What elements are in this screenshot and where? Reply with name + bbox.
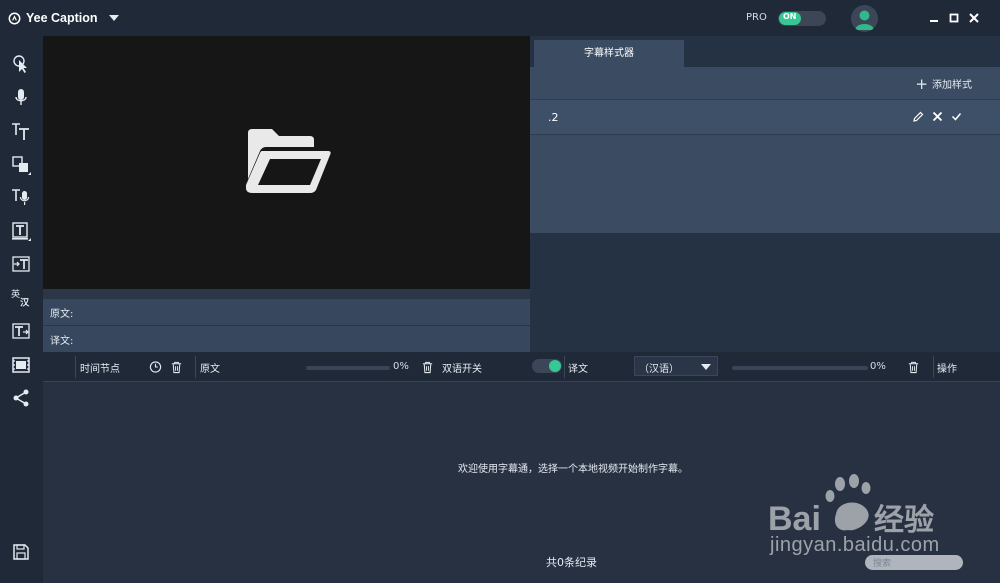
svg-text:Bai: Bai (768, 500, 821, 538)
text-voice-tool[interactable] (10, 186, 32, 208)
col-time: 时间节点 (80, 364, 120, 375)
style-list: + 添加样式 .2 (530, 67, 1000, 233)
chevron-down-icon (701, 364, 711, 370)
save-icon (13, 544, 29, 560)
bilingual-toggle[interactable] (532, 359, 562, 373)
save-tool[interactable] (10, 541, 32, 563)
trash-icon[interactable] (907, 360, 920, 374)
app-logo: Yee Caption (8, 11, 98, 25)
text-size-icon (12, 123, 29, 140)
col-translation: 译文 (568, 364, 588, 375)
style-tab-bar: 字幕样式器 (530, 36, 1000, 67)
language-select[interactable]: （汉语） (634, 356, 718, 376)
share-icon (13, 389, 29, 407)
record-tool[interactable] (10, 86, 32, 108)
source-text-label: 原文: (50, 309, 74, 320)
col-source: 原文 (200, 364, 220, 375)
watermark-url: jingyan.baidu.com (770, 534, 940, 556)
pro-toggle-label: ON (783, 12, 797, 21)
microphone-icon (15, 89, 27, 105)
style-item[interactable]: .2 (530, 99, 1000, 135)
subtitle-table-header: 时间节点 原文 0% 双语开关 译文 （汉语） 0% 操作 (43, 352, 1000, 382)
plus-icon: + (915, 74, 928, 93)
open-folder-icon[interactable] (244, 127, 332, 197)
text-voice-icon (12, 189, 30, 205)
record-count: 共0条纪录 (546, 556, 597, 569)
source-progress-bar (306, 366, 390, 370)
column-divider (75, 356, 76, 378)
column-divider (195, 356, 196, 378)
apply-check-icon[interactable] (951, 110, 962, 123)
minimize-icon[interactable] (926, 10, 942, 26)
welcome-message: 欢迎使用字幕通，选择一个本地视频开始制作字幕。 (458, 464, 688, 475)
pro-label: PRO (746, 12, 767, 23)
app-menu-chevron-down-icon[interactable] (109, 15, 119, 21)
user-icon (855, 10, 874, 30)
style-item-actions (913, 110, 962, 123)
share-tool[interactable] (10, 387, 32, 409)
text-export-icon (12, 323, 30, 339)
language-value: （汉语） (639, 364, 679, 375)
add-style-button[interactable]: + 添加样式 (915, 76, 972, 91)
svg-text:汉: 汉 (20, 296, 30, 308)
bilingual-label: 双语开关 (442, 364, 482, 375)
title-bar: Yee Caption PRO ON (0, 0, 1000, 36)
left-toolbar: 英汉 (0, 36, 43, 583)
translate-tool[interactable]: 英汉 (10, 287, 32, 309)
col-actions: 操作 (937, 364, 957, 375)
search-placeholder: 搜索 (873, 559, 892, 569)
subtitle-style-panel: 字幕样式器 + 添加样式 .2 (530, 36, 1000, 352)
cursor-tool[interactable] (10, 53, 32, 75)
column-divider (933, 356, 934, 378)
translation-progress-bar (732, 366, 868, 370)
add-style-label: 添加样式 (932, 80, 972, 91)
watermark-search-input[interactable]: 搜索 (865, 555, 963, 570)
trash-icon[interactable] (170, 360, 183, 374)
translation-progress-text: 0% (870, 361, 886, 372)
source-progress-text: 0% (393, 361, 409, 372)
translation-text-row[interactable]: 译文: (43, 325, 530, 352)
column-divider (564, 356, 565, 378)
pro-toggle[interactable]: ON (778, 11, 826, 26)
maximize-icon[interactable] (946, 10, 962, 26)
edit-icon[interactable] (913, 110, 924, 123)
text-import-icon (12, 256, 30, 272)
text-export-tool[interactable] (10, 320, 32, 342)
film-icon (12, 357, 30, 373)
cursor-icon (13, 55, 27, 73)
close-icon[interactable] (966, 10, 982, 26)
video-preview[interactable] (43, 36, 530, 289)
clock-icon[interactable] (149, 360, 162, 374)
style-item-name: .2 (548, 111, 559, 124)
app-title: Yee Caption (26, 11, 98, 25)
video-controls-bar (43, 289, 530, 298)
translation-text-label: 译文: (50, 336, 74, 347)
svg-text:英: 英 (11, 288, 20, 300)
user-avatar[interactable] (851, 5, 878, 32)
translate-icon: 英汉 (11, 288, 30, 308)
text-box-tool[interactable] (10, 220, 32, 242)
app-logo-icon (8, 12, 21, 24)
trash-icon[interactable] (421, 360, 434, 374)
film-tool[interactable] (10, 354, 32, 376)
text-import-tool[interactable] (10, 253, 32, 275)
text-size-tool[interactable] (10, 120, 32, 142)
svg-text:经验: 经验 (874, 503, 934, 538)
text-box-icon (12, 222, 31, 241)
tab-subtitle-styler[interactable]: 字幕样式器 (534, 40, 684, 67)
source-text-row[interactable]: 原文: (43, 298, 530, 325)
toggle-knob (549, 360, 561, 372)
shape-icon (12, 156, 31, 175)
shape-tool[interactable] (10, 154, 32, 176)
delete-style-icon[interactable] (932, 110, 943, 123)
